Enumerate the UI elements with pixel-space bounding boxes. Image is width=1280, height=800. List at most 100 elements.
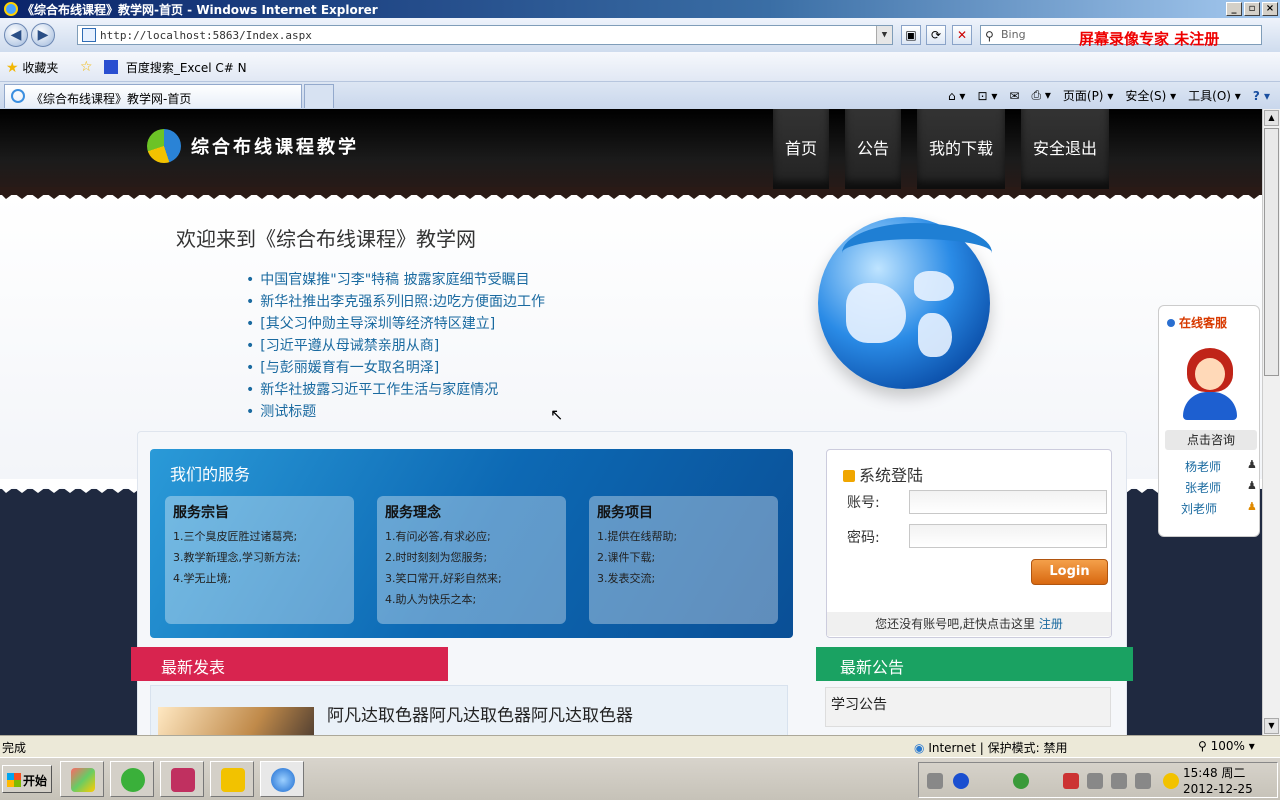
- display-icon[interactable]: [1135, 773, 1151, 789]
- weather-icon[interactable]: [1163, 773, 1179, 789]
- keyboard-icon[interactable]: [927, 773, 943, 789]
- register-link[interactable]: 注册: [1039, 617, 1063, 631]
- recorder-watermark: 屏幕录像专家 未注册: [1079, 30, 1220, 48]
- page-menu[interactable]: 页面(P) ▾: [1063, 87, 1113, 104]
- news-item[interactable]: [习近平遵从母诫禁亲朋从商]: [246, 335, 545, 357]
- vertical-scrollbar[interactable]: ▲ ▼: [1262, 109, 1280, 735]
- service-line: 3.发表交流;: [597, 572, 656, 585]
- nav-home[interactable]: 首页: [773, 109, 830, 189]
- site-logo[interactable]: 综合布线课程教学: [147, 129, 359, 163]
- refresh-icon[interactable]: ⟳: [926, 25, 946, 45]
- address-dropdown-icon[interactable]: ▼: [876, 26, 892, 44]
- post-thumbnail[interactable]: [158, 707, 314, 735]
- safety-menu[interactable]: 安全(S) ▾: [1125, 87, 1176, 104]
- service-line: 4.学无止境;: [173, 572, 232, 585]
- globe-icon: ◉: [914, 741, 925, 755]
- tools-menu[interactable]: 工具(O) ▾: [1188, 87, 1241, 104]
- help-icon[interactable]: ? ▾: [1253, 89, 1270, 103]
- scroll-down-icon[interactable]: ▼: [1264, 718, 1279, 734]
- logo-text: 综合布线课程教学: [191, 137, 359, 158]
- favorites-bar: ★ 收藏夹 ☆ 百度搜索_Excel C# N: [0, 52, 1280, 82]
- post-title[interactable]: 阿凡达取色器阿凡达取色器阿凡达取色器: [327, 701, 633, 726]
- favorite-link[interactable]: 百度搜索_Excel C# N: [104, 59, 247, 76]
- news-item[interactable]: [与彭丽媛育有一女取名明泽]: [246, 357, 545, 379]
- scroll-up-icon[interactable]: ▲: [1264, 110, 1279, 126]
- folder-icon: [221, 768, 245, 792]
- nav-logout[interactable]: 安全退出: [1021, 109, 1110, 189]
- search-icon: ⚲: [985, 29, 994, 43]
- mouse-cursor-icon: ↖: [550, 405, 564, 424]
- lock-icon: [843, 470, 855, 482]
- notice-item[interactable]: 学习公告: [825, 687, 1111, 727]
- app-tray-icon[interactable]: [1013, 773, 1029, 789]
- minimize-button[interactable]: _: [1226, 2, 1242, 16]
- news-item[interactable]: [其父习仲勋主导深圳等经济特区建立]: [246, 313, 545, 335]
- back-button[interactable]: ◀: [4, 23, 28, 47]
- news-item[interactable]: 新华社披露习近平工作生活与家庭情况: [246, 379, 545, 401]
- add-favorite-icon[interactable]: ☆: [80, 59, 93, 75]
- tab-homepage[interactable]: 《综合布线课程》教学网-首页: [4, 84, 302, 108]
- scroll-thumb[interactable]: [1264, 128, 1279, 376]
- qq-icon[interactable]: ♟: [1247, 479, 1257, 492]
- new-tab-button[interactable]: [304, 84, 334, 108]
- print-icon[interactable]: ⎙ ▾: [1031, 88, 1050, 103]
- page-viewport: 综合布线课程教学 首页 公告 我的下载 安全退出 欢迎来到《综合布线课程》教学网…: [0, 109, 1262, 735]
- network-icon[interactable]: [1063, 773, 1079, 789]
- close-button[interactable]: ×: [1262, 2, 1278, 16]
- start-button[interactable]: 开始: [2, 765, 52, 793]
- favorite-link-label: 百度搜索_Excel C# N: [125, 61, 247, 75]
- login-button[interactable]: Login: [1031, 559, 1108, 585]
- zoom-level[interactable]: ⚲ 100% ▾: [1198, 739, 1255, 753]
- taskbar-app[interactable]: [110, 761, 154, 797]
- home-icon[interactable]: ⌂ ▾: [948, 89, 965, 103]
- feeds-icon[interactable]: ⊡ ▾: [977, 89, 997, 103]
- volume-icon[interactable]: [1111, 773, 1127, 789]
- zoom-icon: ⚲: [1198, 739, 1207, 753]
- news-item[interactable]: 测试标题: [246, 401, 545, 423]
- service-card: 服务理念 1.有问必答,有求必应; 2.时时刻刻为您服务; 3.笑口常开,好彩自…: [377, 496, 566, 624]
- clock[interactable]: 15:48 周二 2012-12-25: [1183, 765, 1253, 797]
- device-icon[interactable]: [1087, 773, 1103, 789]
- service-card-title: 服务理念: [385, 505, 441, 521]
- service-card: 服务宗旨 1.三个臭皮匠胜过诸葛亮; 3.教学新理念,学习新方法; 4.学无止境…: [165, 496, 354, 624]
- security-zone: ◉ Internet | 保护模式: 禁用: [914, 741, 1068, 755]
- qq-online-icon[interactable]: ♟: [1247, 500, 1257, 513]
- favorites-button[interactable]: ★ 收藏夹: [6, 59, 58, 76]
- consult-button[interactable]: 点击咨询: [1165, 430, 1257, 450]
- nav-announcements[interactable]: 公告: [845, 109, 902, 189]
- taskbar-app-ie[interactable]: [260, 761, 304, 797]
- service-line: 1.有问必答,有求必应;: [385, 530, 491, 543]
- globe-illustration: [818, 217, 992, 389]
- tab-bar: 《综合布线课程》教学网-首页 ⌂ ▾ ⊡ ▾ ✉ ⎙ ▾ 页面(P) ▾ 安全(…: [0, 82, 1280, 109]
- service-card: 服务项目 1.提供在线帮助; 2.课件下载; 3.发表交流;: [589, 496, 778, 624]
- header-zigzag: [0, 187, 1262, 199]
- teacher-link[interactable]: 杨老师: [1185, 458, 1221, 475]
- taskbar-app[interactable]: [210, 761, 254, 797]
- ie-icon: [4, 2, 18, 16]
- service-card-title: 服务项目: [597, 505, 653, 521]
- qq-icon[interactable]: ♟: [1247, 458, 1257, 471]
- news-item[interactable]: 新华社推出李克强系列旧照:边吃方便面边工作: [246, 291, 545, 313]
- notices-header: 最新公告: [816, 647, 1133, 681]
- news-item[interactable]: 中国官媒推"习李"特稿 披露家庭细节受瞩目: [246, 269, 545, 291]
- taskbar-app[interactable]: [160, 761, 204, 797]
- password-input[interactable]: [909, 524, 1107, 548]
- taskbar-app[interactable]: [60, 761, 104, 797]
- mail-icon[interactable]: ✉: [1009, 89, 1019, 103]
- address-bar[interactable]: http://localhost:5863/Index.aspx ▼: [77, 25, 893, 45]
- teacher-link[interactable]: 张老师: [1185, 479, 1221, 496]
- account-input[interactable]: [909, 490, 1107, 514]
- star-icon: ★: [6, 60, 19, 76]
- window-title-bar: 《综合布线课程》教学网-首页 - Windows Internet Explor…: [0, 0, 1280, 18]
- teacher-link[interactable]: 刘老师: [1181, 500, 1217, 517]
- ie-taskbar-icon: [271, 768, 295, 792]
- help-tray-icon[interactable]: [953, 773, 969, 789]
- maximize-button[interactable]: ▫: [1244, 2, 1260, 16]
- news-list: 中国官媒推"习李"特稿 披露家庭细节受瞩目 新华社推出李克强系列旧照:边吃方便面…: [246, 269, 545, 423]
- nav-my-downloads[interactable]: 我的下载: [917, 109, 1006, 189]
- compatibility-view-icon[interactable]: ▣: [901, 25, 921, 45]
- forward-button[interactable]: ▶: [31, 23, 55, 47]
- service-agent-avatar: [1181, 348, 1239, 420]
- baidu-icon: [104, 60, 118, 74]
- stop-icon[interactable]: ✕: [952, 25, 972, 45]
